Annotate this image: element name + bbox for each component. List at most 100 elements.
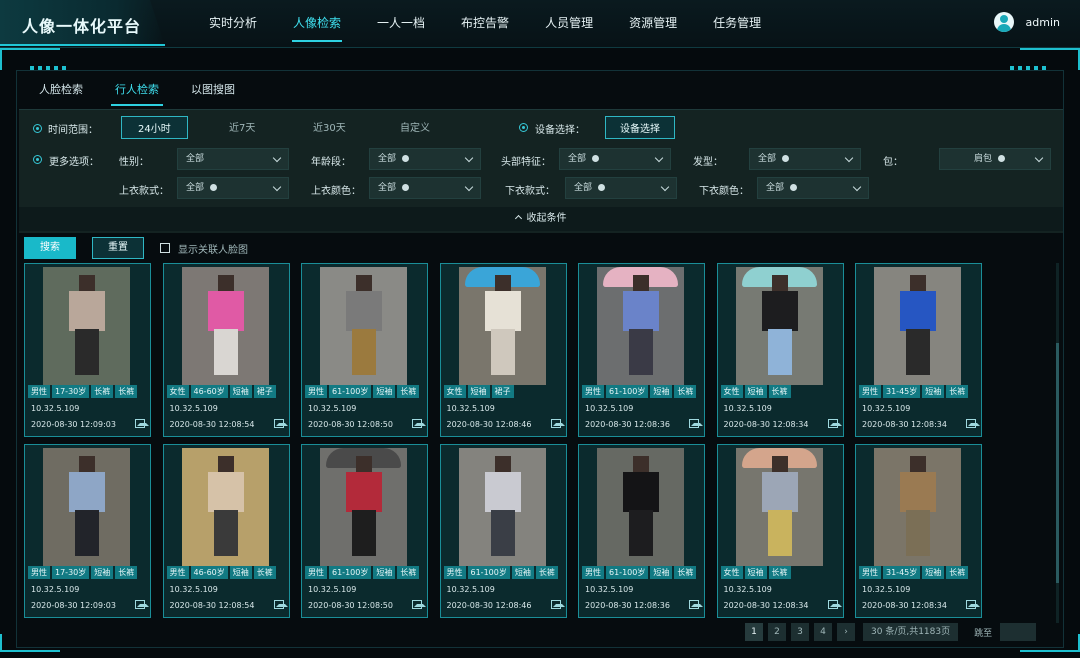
pedestrian-photo[interactable] xyxy=(181,267,269,385)
page-button[interactable]: 3 xyxy=(791,623,809,641)
time-option-24h[interactable]: 24小时 xyxy=(121,116,188,139)
pedestrian-photo[interactable] xyxy=(320,267,407,385)
pedestrian-photo[interactable] xyxy=(874,448,961,566)
pedestrian-photo[interactable] xyxy=(597,267,684,385)
pedestrian-photo[interactable] xyxy=(597,448,684,566)
bottom-style-select[interactable]: 全部 xyxy=(565,177,677,199)
image-icon[interactable] xyxy=(273,419,288,428)
tag-dot-icon xyxy=(790,184,798,191)
pedestrian-photo[interactable] xyxy=(43,448,130,566)
goto-page-input[interactable] xyxy=(1000,623,1037,641)
radio-icon[interactable] xyxy=(519,123,528,132)
attribute-tags: 男性 31-45岁 短袖 长裤 xyxy=(859,385,970,398)
attribute-tag: 长裤 xyxy=(768,566,791,579)
attribute-tag: 长裤 xyxy=(674,385,697,398)
nav-alarm-control[interactable]: 布控告警 xyxy=(448,0,522,46)
result-card[interactable]: 男性 31-45岁 短袖 长裤 10.32.5.109 2020-08-30 12:08:… xyxy=(855,263,982,437)
attribute-tag: 男性 xyxy=(28,385,50,398)
tab-face-search[interactable]: 人脸检索 xyxy=(25,77,97,101)
user-menu[interactable]: admin xyxy=(993,12,1060,32)
top-bar: 人像一体化平台 实时分析 人像检索 一人一档 布控告警 人员管理 资源管理 任务… xyxy=(0,0,1080,48)
nav-realtime-analysis[interactable]: 实时分析 xyxy=(196,0,270,46)
camera-ip: 10.32.5.109 xyxy=(723,404,772,413)
image-icon[interactable] xyxy=(827,600,842,609)
gender-select[interactable]: 全部 xyxy=(177,148,289,170)
top-style-select[interactable]: 全部 xyxy=(177,177,289,199)
tab-image-search[interactable]: 以图搜图 xyxy=(177,77,249,101)
nav-portrait-search[interactable]: 人像检索 xyxy=(280,0,354,46)
camera-ip: 10.32.5.109 xyxy=(446,585,495,594)
page-size-select[interactable]: 30 条/页,共1183页 xyxy=(863,623,959,641)
result-card[interactable]: 男性 61-100岁 短袖 长裤 10.32.5.109 2020-08-30 12:08… xyxy=(578,263,705,437)
image-icon[interactable] xyxy=(550,419,565,428)
result-card[interactable]: 女性 短袖 裙子 10.32.5.109 2020-08-30 12:08:46 xyxy=(439,263,567,437)
image-icon[interactable] xyxy=(827,419,842,428)
time-option-custom[interactable]: 自定义 xyxy=(400,119,430,134)
result-card[interactable]: 男性 61-100岁 短袖 长裤 10.32.5.109 2020-08-30 12:08… xyxy=(301,263,428,437)
image-icon[interactable] xyxy=(412,600,426,609)
page-button[interactable]: 4 xyxy=(814,623,832,641)
result-card[interactable]: 男性 31-45岁 短袖 长裤 10.32.5.109 2020-08-30 12:08:… xyxy=(855,444,982,618)
person-legs-shape xyxy=(213,510,238,556)
pedestrian-photo[interactable] xyxy=(874,267,961,385)
page-button[interactable]: 1 xyxy=(745,623,763,641)
result-card[interactable]: 男性 61-100岁 短袖 长裤 10.32.5.109 2020-08-30 12:08… xyxy=(301,444,428,618)
age-select[interactable]: 全部 xyxy=(369,148,481,170)
result-card[interactable]: 女性 短袖 长裤 10.32.5.109 2020-08-30 12:08:34 xyxy=(716,444,844,618)
image-icon[interactable] xyxy=(135,600,149,609)
image-icon[interactable] xyxy=(966,600,980,609)
result-card[interactable]: 女性 短袖 长裤 10.32.5.109 2020-08-30 12:08:34 xyxy=(716,263,844,437)
nav-resource-management[interactable]: 资源管理 xyxy=(616,0,690,46)
pedestrian-photo[interactable] xyxy=(181,448,269,566)
image-icon[interactable] xyxy=(412,419,426,428)
result-card[interactable]: 男性 61-100岁 短袖 长裤 10.32.5.109 2020-08-30 12:08… xyxy=(439,444,567,618)
person-legs-shape xyxy=(490,329,515,375)
next-page-button[interactable]: › xyxy=(837,623,855,641)
camera-ip: 10.32.5.109 xyxy=(169,585,218,594)
attribute-tag: 短袖 xyxy=(91,566,114,579)
collapse-conditions-button[interactable]: 收起条件 xyxy=(19,207,1063,231)
image-icon[interactable] xyxy=(273,600,288,609)
pagination: 1 2 3 4 › 30 条/页,共1183页 跳至 xyxy=(745,623,1037,641)
scrollbar-thumb[interactable] xyxy=(1056,343,1059,583)
time-option-7d[interactable]: 近7天 xyxy=(229,119,255,134)
result-card[interactable]: 男性 17-30岁 短袖 长裤 10.32.5.109 2020-08-30 12:09:… xyxy=(24,444,151,618)
search-button[interactable]: 搜索 xyxy=(24,237,76,259)
image-icon[interactable] xyxy=(689,600,703,609)
nav-task-management[interactable]: 任务管理 xyxy=(700,0,774,46)
page-button[interactable]: 2 xyxy=(768,623,786,641)
image-icon[interactable] xyxy=(135,419,149,428)
username[interactable]: admin xyxy=(1026,16,1060,29)
hairstyle-select[interactable]: 全部 xyxy=(749,148,861,170)
tab-pedestrian-search[interactable]: 行人检索 xyxy=(101,77,173,106)
bag-select[interactable]: 肩包 xyxy=(939,148,1051,170)
image-icon[interactable] xyxy=(966,419,980,428)
pedestrian-photo[interactable] xyxy=(458,267,546,385)
top-color-select[interactable]: 全部 xyxy=(369,177,481,199)
bottom-color-select[interactable]: 全部 xyxy=(757,177,869,199)
scrollbar[interactable] xyxy=(1056,263,1059,623)
image-icon[interactable] xyxy=(689,419,703,428)
tag-dot-icon xyxy=(998,155,1006,162)
pedestrian-photo[interactable] xyxy=(735,267,823,385)
result-card[interactable]: 男性 17-30岁 长裤 长裤 10.32.5.109 2020-08-30 12:09:… xyxy=(24,263,151,437)
radio-icon[interactable] xyxy=(33,123,42,133)
pedestrian-photo[interactable] xyxy=(320,448,407,566)
pedestrian-photo[interactable] xyxy=(43,267,130,385)
pedestrian-photo[interactable] xyxy=(735,448,823,566)
radio-icon[interactable] xyxy=(33,155,42,164)
result-card[interactable]: 女性 46-60岁 短袖 裙子 10.32.5.109 2020-08-30 12:08:… xyxy=(162,263,290,437)
device-select-button[interactable]: 设备选择 xyxy=(605,116,675,139)
head-feature-select[interactable]: 全部 xyxy=(559,148,671,170)
top-color-value: 全部 xyxy=(378,183,397,193)
reset-button[interactable]: 重置 xyxy=(92,237,144,259)
image-icon[interactable] xyxy=(550,600,565,609)
result-card[interactable]: 男性 61-100岁 短袖 长裤 10.32.5.109 2020-08-30 12:08… xyxy=(578,444,705,618)
result-card[interactable]: 男性 46-60岁 短袖 长裤 10.32.5.109 2020-08-30 12:08:… xyxy=(162,444,290,618)
show-face-checkbox[interactable] xyxy=(160,243,170,253)
nav-person-management[interactable]: 人员管理 xyxy=(532,0,606,46)
pedestrian-photo[interactable] xyxy=(458,448,546,566)
avatar-icon[interactable] xyxy=(993,12,1014,32)
nav-person-archive[interactable]: 一人一档 xyxy=(364,0,438,46)
time-option-30d[interactable]: 近30天 xyxy=(313,119,346,134)
